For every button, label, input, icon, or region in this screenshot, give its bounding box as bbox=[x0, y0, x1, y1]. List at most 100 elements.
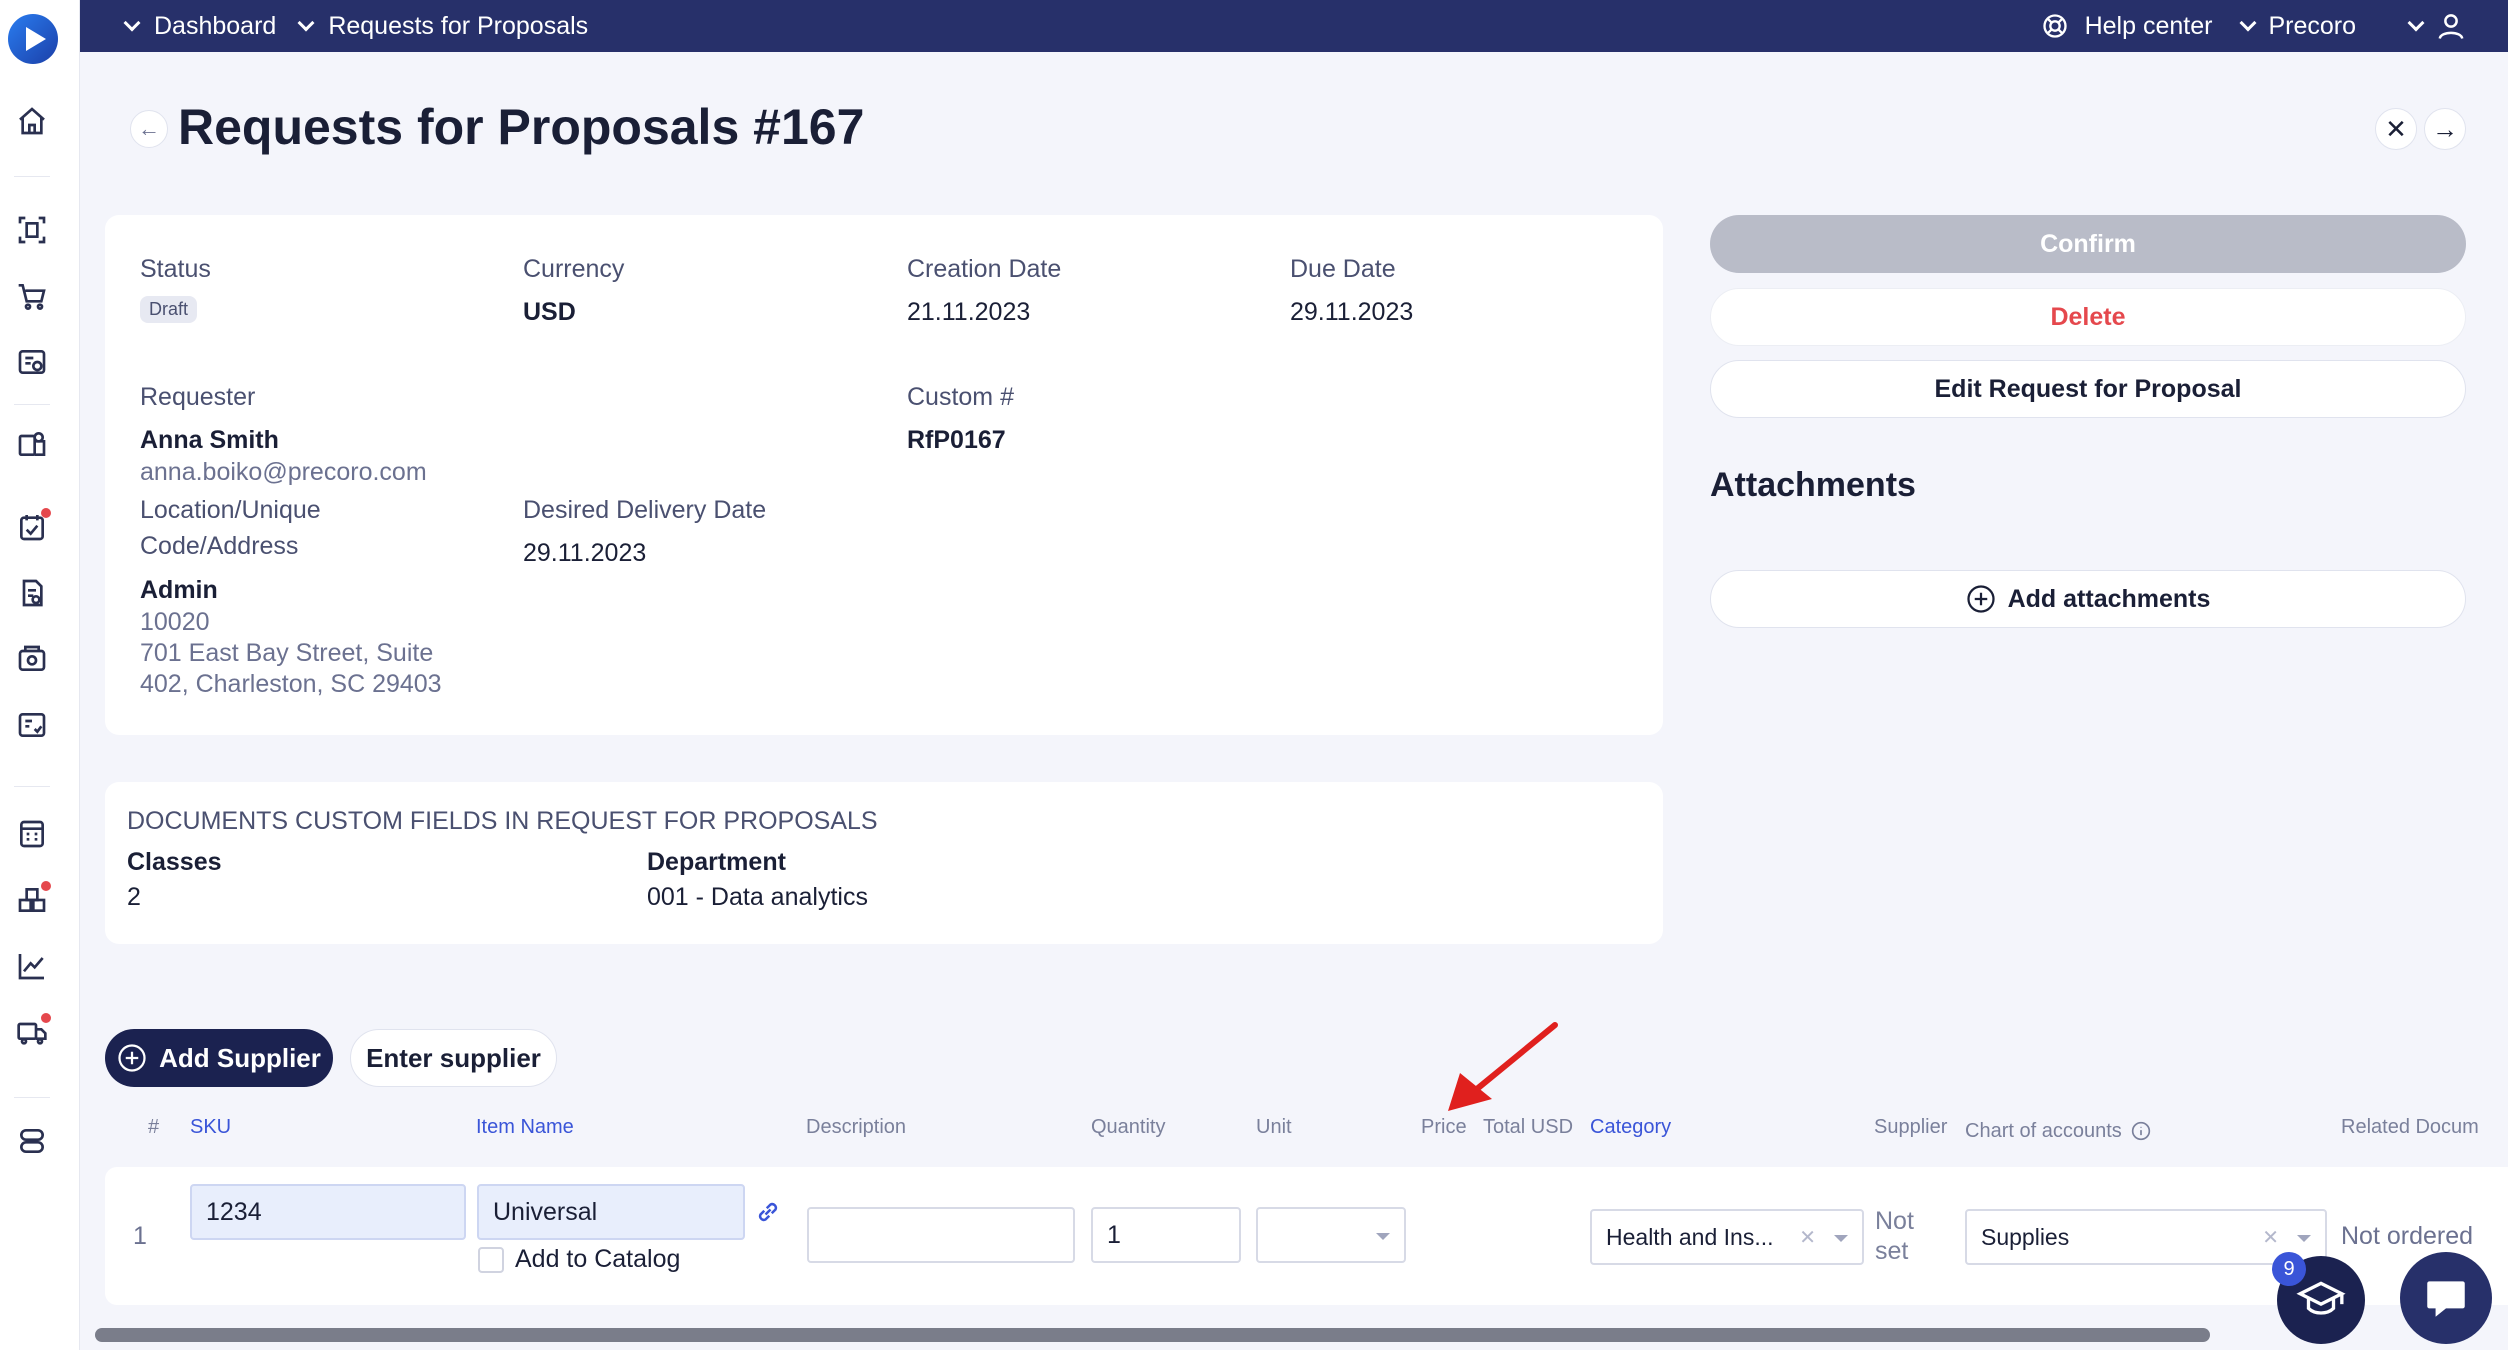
status-badge: Draft bbox=[140, 296, 198, 323]
unit-select[interactable] bbox=[1256, 1207, 1406, 1263]
department-label: Department bbox=[647, 848, 786, 876]
home-icon[interactable] bbox=[15, 104, 49, 138]
add-to-catalog-label: Add to Catalog bbox=[515, 1245, 681, 1273]
column-header-quantity: Quantity bbox=[1091, 1116, 1166, 1138]
caret-down-icon bbox=[2297, 1235, 2311, 1242]
location-address-line-1: 701 East Bay Street, Suite bbox=[140, 639, 434, 667]
column-header-related-documents: Related Docum bbox=[2341, 1116, 2479, 1138]
caret-down-icon bbox=[1834, 1235, 1848, 1242]
academy-badge: 9 bbox=[2272, 1252, 2306, 1286]
breadcrumb-dashboard[interactable]: Dashboard bbox=[154, 12, 276, 41]
sku-input[interactable]: 1234 bbox=[190, 1184, 466, 1240]
column-header-chart-of-accounts: Chart of accounts bbox=[1965, 1120, 2151, 1143]
document-details-card: Status Draft Currency USD Creation Date … bbox=[105, 215, 1663, 735]
location-label-cont: Code/Address bbox=[140, 532, 299, 560]
receipts-icon[interactable] bbox=[15, 642, 49, 676]
annotation-arrow-icon bbox=[1448, 1022, 1558, 1111]
user-icon[interactable] bbox=[2436, 11, 2466, 41]
notification-dot bbox=[41, 508, 51, 518]
category-value: Health and Ins... bbox=[1606, 1223, 1774, 1250]
lifebuoy-icon[interactable] bbox=[2041, 12, 2069, 40]
chevron-down-icon[interactable] bbox=[297, 14, 315, 32]
location-code: 10020 bbox=[140, 608, 210, 636]
column-header-sku[interactable]: SKU bbox=[190, 1116, 231, 1139]
topbar-right-group: Help center Precoro bbox=[2041, 0, 2508, 52]
caret-down-icon bbox=[1376, 1233, 1390, 1240]
attachments-title: Attachments bbox=[1710, 466, 1916, 504]
confirm-button[interactable]: Confirm bbox=[1710, 215, 2466, 273]
status-label: Status bbox=[140, 255, 211, 283]
company-switcher[interactable]: Precoro bbox=[2268, 12, 2356, 41]
requester-name: Anna Smith bbox=[140, 426, 279, 454]
creation-date-label: Creation Date bbox=[907, 255, 1062, 283]
column-header-item-name[interactable]: Item Name bbox=[476, 1116, 574, 1139]
delete-button[interactable]: Delete bbox=[1710, 288, 2466, 346]
settings-stack-icon[interactable] bbox=[15, 1124, 49, 1158]
location-label: Location/Unique bbox=[140, 496, 321, 524]
desired-delivery-label: Desired Delivery Date bbox=[523, 496, 767, 524]
arrow-left-icon: ← bbox=[138, 116, 160, 141]
add-to-catalog-checkbox[interactable] bbox=[478, 1247, 504, 1273]
sidebar-divider bbox=[14, 404, 50, 405]
sidebar-divider bbox=[14, 1097, 50, 1098]
requests-icon[interactable] bbox=[15, 345, 49, 379]
enter-supplier-button[interactable]: Enter supplier bbox=[350, 1029, 557, 1087]
classes-value: 2 bbox=[127, 883, 141, 911]
top-navigation-bar: Dashboard Requests for Proposals Help ce… bbox=[80, 0, 2508, 52]
chat-bubble-icon bbox=[2421, 1273, 2471, 1323]
location-address-line-2: 402, Charleston, SC 29403 bbox=[140, 670, 442, 698]
invoices-icon[interactable] bbox=[15, 576, 49, 610]
suppliers-icon[interactable] bbox=[15, 427, 49, 461]
clear-icon[interactable]: ✕ bbox=[2262, 1225, 2279, 1250]
chart-of-accounts-value: Supplies bbox=[1981, 1223, 2070, 1250]
analytics-icon[interactable] bbox=[15, 949, 49, 983]
chevron-down-icon[interactable] bbox=[2239, 14, 2257, 32]
notification-dot bbox=[41, 1013, 51, 1023]
close-button[interactable]: ✕ bbox=[2375, 108, 2417, 150]
add-supplier-label: Add Supplier bbox=[159, 1042, 321, 1073]
location-name: Admin bbox=[140, 576, 218, 604]
scan-document-icon[interactable] bbox=[15, 213, 49, 247]
add-attachments-button[interactable]: Add attachments bbox=[1710, 570, 2466, 628]
sidebar-divider bbox=[14, 176, 50, 177]
breadcrumb-requests-for-proposals[interactable]: Requests for Proposals bbox=[328, 12, 588, 41]
chevron-down-icon[interactable] bbox=[2407, 14, 2425, 32]
clear-icon[interactable]: ✕ bbox=[1799, 1225, 1816, 1250]
chart-of-accounts-label: Chart of accounts bbox=[1965, 1120, 2122, 1142]
category-select[interactable]: Health and Ins... ✕ bbox=[1590, 1209, 1864, 1265]
link-icon[interactable] bbox=[753, 1197, 783, 1227]
horizontal-scrollbar[interactable] bbox=[95, 1328, 2210, 1342]
creation-date-value: 21.11.2023 bbox=[907, 298, 1031, 326]
precoro-logo-icon[interactable] bbox=[8, 14, 58, 64]
plus-circle-icon bbox=[1966, 584, 1996, 614]
column-header-category[interactable]: Category bbox=[1590, 1116, 1671, 1139]
chart-of-accounts-select[interactable]: Supplies ✕ bbox=[1965, 1209, 2327, 1265]
chat-support-button[interactable] bbox=[2400, 1252, 2492, 1344]
payments-icon[interactable] bbox=[15, 708, 49, 742]
column-header-supplier: Supplier bbox=[1874, 1116, 1948, 1138]
next-document-button[interactable]: → bbox=[2424, 108, 2466, 150]
back-arrow-button[interactable]: ← bbox=[130, 110, 168, 148]
edit-request-button[interactable]: Edit Request for Proposal bbox=[1710, 360, 2466, 418]
table-row: 1 1234 Universal Add to Catalog 1 Health… bbox=[105, 1167, 2508, 1305]
notification-dot bbox=[41, 881, 51, 891]
cart-icon[interactable] bbox=[15, 279, 49, 313]
quantity-input[interactable]: 1 bbox=[1091, 1207, 1241, 1263]
column-header-description: Description bbox=[806, 1116, 907, 1138]
approvals-icon[interactable] bbox=[15, 508, 51, 544]
item-name-input[interactable]: Universal bbox=[477, 1184, 745, 1240]
column-header-total: Total USD bbox=[1483, 1116, 1574, 1138]
requester-label: Requester bbox=[140, 383, 256, 411]
add-supplier-button[interactable]: Add Supplier bbox=[105, 1029, 333, 1087]
budgets-icon[interactable] bbox=[15, 817, 49, 851]
column-header-price: Price bbox=[1421, 1116, 1467, 1138]
inventory-icon[interactable] bbox=[15, 881, 51, 917]
custom-number-label: Custom # bbox=[907, 383, 1014, 411]
delivery-icon[interactable] bbox=[15, 1013, 51, 1049]
description-input[interactable] bbox=[807, 1207, 1075, 1263]
help-center-link[interactable]: Help center bbox=[2085, 12, 2213, 41]
chevron-down-icon[interactable] bbox=[123, 14, 141, 32]
arrow-right-icon: → bbox=[2432, 113, 2458, 144]
info-icon[interactable] bbox=[2131, 1121, 2151, 1141]
related-documents-value: Not ordered bbox=[2341, 1222, 2474, 1250]
